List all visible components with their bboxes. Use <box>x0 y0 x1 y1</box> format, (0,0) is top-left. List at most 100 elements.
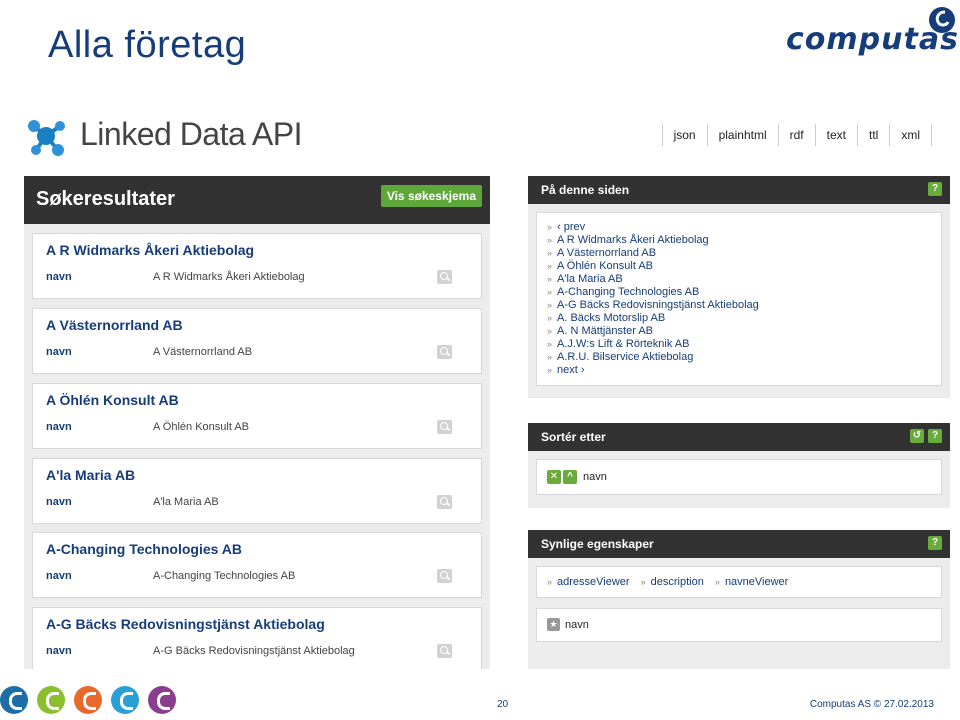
results-title: Søkeresultater <box>36 188 175 210</box>
slide-title: Alla företag <box>48 24 247 66</box>
property-link[interactable]: description <box>651 576 704 588</box>
computas-logo: computas <box>786 6 958 62</box>
on-this-page-panel: På denne siden ? » ‹ prev » A R Widmarks Å… <box>528 176 950 398</box>
prev-link[interactable]: » ‹ prev <box>547 221 759 234</box>
double-chevron-icon: » <box>547 577 553 587</box>
visible-properties-panel: Synlige egenskaper ? » adresseViewer » des… <box>528 530 950 669</box>
result-property-label[interactable]: navn <box>46 421 72 433</box>
double-chevron-icon: » <box>547 326 553 336</box>
computas-swirl-icon <box>929 7 955 33</box>
format-ttl-link[interactable]: ttl <box>858 124 891 146</box>
double-chevron-icon: » <box>547 248 553 258</box>
sort-header: Sortér etter ↺ ? <box>528 423 950 451</box>
swirl-icon <box>74 686 102 714</box>
result-anchor-link[interactable]: » A R Widmarks Åkeri Aktiebolag <box>547 234 759 247</box>
magnifier-icon[interactable] <box>437 345 452 359</box>
show-search-form-button[interactable]: Vis søkeskjema <box>380 185 482 207</box>
format-rdf-link[interactable]: rdf <box>779 124 816 146</box>
magnifier-icon[interactable] <box>437 495 452 509</box>
result-title-link[interactable]: A Öhlén Konsult AB <box>46 392 179 408</box>
help-button[interactable]: ? <box>928 182 942 196</box>
sort-criteria-box: ✕ ^ navn <box>536 459 942 495</box>
magnifier-icon[interactable] <box>437 270 452 284</box>
result-title-link[interactable]: A-G Bäcks Redovisningstjänst Aktiebolag <box>46 616 325 632</box>
star-icon[interactable]: ★ <box>547 618 560 631</box>
undo-icon[interactable]: ↺ <box>910 429 924 443</box>
double-chevron-icon: » <box>547 222 553 232</box>
on-this-page-links: » ‹ prev » A R Widmarks Åkeri Aktiebolag »… <box>547 221 759 377</box>
result-property-label[interactable]: navn <box>46 570 72 582</box>
result-title-link[interactable]: A-Changing Technologies AB <box>46 541 242 557</box>
selected-property-label: navn <box>565 619 589 631</box>
result-property-value: A Öhlén Konsult AB <box>153 421 250 433</box>
footer-credit: Computas AS © 27.02.2013 <box>809 699 934 710</box>
sort-title: Sortér etter <box>541 430 606 444</box>
double-chevron-icon: » <box>547 352 553 362</box>
result-property-value: A R Widmarks Åkeri Aktiebolag <box>153 271 305 283</box>
magnifier-icon[interactable] <box>437 420 452 434</box>
linked-data-icon <box>28 120 65 156</box>
property-chain: » adresseViewer » description » navneViewer <box>547 576 796 588</box>
result-property-label[interactable]: navn <box>46 496 72 508</box>
result-property-label[interactable]: navn <box>46 271 72 283</box>
sort-panel: Sortér etter ↺ ? ✕ ^ navn <box>528 423 950 508</box>
result-anchor-link[interactable]: » A-G Bäcks Redovisningstjänst Aktiebolag <box>547 299 759 312</box>
result-card: A R Widmarks Åkeri Aktiebolag navn A R W… <box>32 233 482 299</box>
result-anchor-link[interactable]: » A-Changing Technologies AB <box>547 286 759 299</box>
visible-properties-header: Synlige egenskaper ? <box>528 530 950 558</box>
property-link[interactable]: adresseViewer <box>557 576 630 588</box>
result-anchor-link[interactable]: » A Västernorrland AB <box>547 247 759 260</box>
result-card: A-Changing Technologies AB navn A-Changi… <box>32 532 482 598</box>
double-chevron-icon: » <box>547 313 553 323</box>
next-link[interactable]: » next › <box>547 364 759 377</box>
footer-icon-row <box>0 686 185 714</box>
result-property-label[interactable]: navn <box>46 346 72 358</box>
on-this-page-list-box: » ‹ prev » A R Widmarks Åkeri Aktiebolag »… <box>536 212 942 386</box>
double-chevron-icon: » <box>714 577 720 587</box>
selected-property-box: ★ navn <box>536 608 942 642</box>
swirl-icon <box>37 686 65 714</box>
result-title-link[interactable]: A Västernorrland AB <box>46 317 183 333</box>
result-property-value: A-Changing Technologies AB <box>153 570 296 582</box>
double-chevron-icon: » <box>547 274 553 284</box>
swirl-icon <box>0 686 28 714</box>
on-this-page-title: På denne siden <box>541 183 630 197</box>
swirl-icon <box>148 686 176 714</box>
double-chevron-icon: » <box>547 235 553 245</box>
result-title-link[interactable]: A R Widmarks Åkeri Aktiebolag <box>46 242 254 258</box>
on-this-page-header: På denne siden ? <box>528 176 950 204</box>
result-property-label[interactable]: navn <box>46 645 72 657</box>
double-chevron-icon: » <box>547 261 553 271</box>
result-anchor-link[interactable]: » A.J.W:s Lift & Rörteknik AB <box>547 338 759 351</box>
result-property-value: A Västernorrland AB <box>153 346 253 358</box>
remove-sort-icon[interactable]: ✕ <box>547 470 561 484</box>
format-json-link[interactable]: json <box>661 124 708 146</box>
format-text-link[interactable]: text <box>816 124 858 146</box>
property-chain-box: » adresseViewer » description » navneViewer <box>536 566 942 598</box>
result-title-link[interactable]: A'la Maria AB <box>46 467 135 483</box>
result-property-value: A-G Bäcks Redovisningstjänst Aktiebolag <box>153 645 355 657</box>
app-title: Linked Data API <box>80 116 302 152</box>
magnifier-icon[interactable] <box>437 569 452 583</box>
double-chevron-icon: » <box>547 365 553 375</box>
result-card: A'la Maria AB navn A'la Maria AB <box>32 458 482 524</box>
magnifier-icon[interactable] <box>437 644 452 658</box>
result-anchor-link[interactable]: » A. Bäcks Motorslip AB <box>547 312 759 325</box>
double-chevron-icon: » <box>640 577 646 587</box>
linked-data-api-screenshot: Linked Data API json plainhtml rdf text … <box>22 106 952 669</box>
result-anchor-link[interactable]: » A.R.U. Bilservice Aktiebolag <box>547 351 759 364</box>
format-plainhtml-link[interactable]: plainhtml <box>708 124 779 146</box>
result-anchor-link[interactable]: » A. N Mättjänster AB <box>547 325 759 338</box>
help-button[interactable]: ? <box>928 429 942 443</box>
result-card: A Öhlén Konsult AB navn A Öhlén Konsult … <box>32 383 482 449</box>
property-link[interactable]: navneViewer <box>725 576 788 588</box>
sort-ascending-icon[interactable]: ^ <box>563 470 577 484</box>
double-chevron-icon: » <box>547 300 553 310</box>
format-xml-link[interactable]: xml <box>890 124 932 146</box>
visible-properties-title: Synlige egenskaper <box>541 537 654 551</box>
search-results-panel: Søkeresultater Vis søkeskjema A R Widmar… <box>24 176 490 669</box>
sort-field-label: navn <box>583 471 607 483</box>
result-anchor-link[interactable]: » A'la Maria AB <box>547 273 759 286</box>
help-button[interactable]: ? <box>928 536 942 550</box>
result-anchor-link[interactable]: » A Öhlén Konsult AB <box>547 260 759 273</box>
